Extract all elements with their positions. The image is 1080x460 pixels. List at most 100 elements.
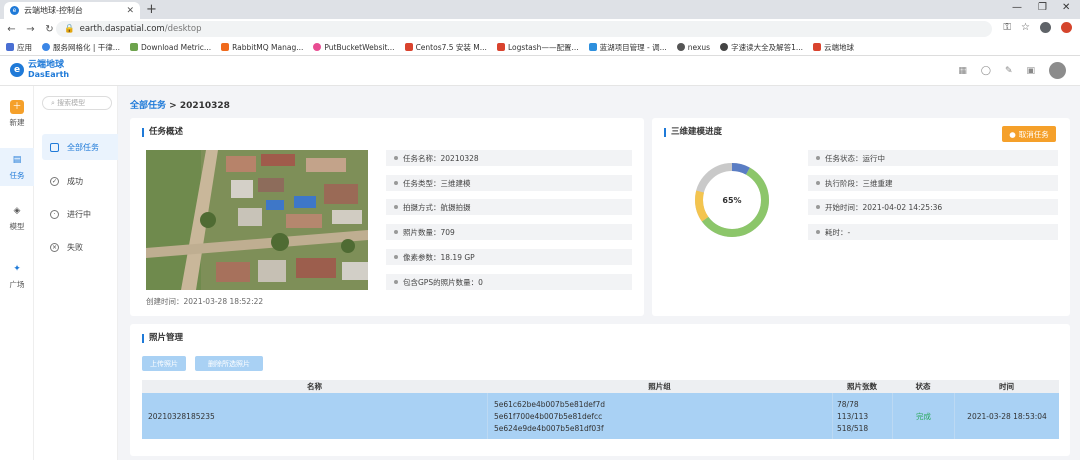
user-avatar[interactable]	[1049, 62, 1066, 79]
back-icon[interactable]: ←	[4, 24, 19, 35]
info-gps-count: 包含GPS的照片数量：0	[386, 274, 632, 290]
bookmark-favicon-icon	[496, 43, 505, 51]
task-icon: ▤	[12, 155, 22, 165]
minimize-icon[interactable]: —	[1012, 2, 1022, 13]
check-circle-icon: ✓	[50, 176, 59, 186]
breadcrumb-current: 20210328	[179, 101, 230, 111]
submenu-item-success[interactable]: ✓ 成功	[42, 168, 118, 194]
bullet-icon	[394, 255, 398, 259]
bookmark-item[interactable]: PutBucketWebsit...	[313, 43, 395, 52]
rail-item-tasks[interactable]: ▤ 任务	[0, 148, 34, 186]
new-task-icon: ＋	[10, 100, 24, 114]
bullet-icon	[394, 181, 398, 185]
info-elapsed: 耗时：-	[808, 224, 1058, 240]
bookmark-favicon-icon	[676, 43, 685, 51]
breadcrumb-link-all[interactable]: 全部任务	[130, 101, 166, 111]
save-icon[interactable]: ▣	[1026, 66, 1035, 76]
restore-icon[interactable]: ❐	[1038, 2, 1047, 13]
edit-icon[interactable]: ✎	[1005, 66, 1013, 76]
group-id: 5e61c62be4b007b5e81def7d	[494, 399, 606, 409]
site-favicon-icon: e	[10, 6, 19, 15]
search-input[interactable]: ⌕ 搜索模型	[42, 96, 112, 110]
submenu-item-all[interactable]: 全部任务	[42, 134, 118, 160]
clock-icon: ·	[50, 209, 59, 219]
reload-icon[interactable]: ↻	[42, 24, 57, 35]
bookmark-favicon-icon	[813, 43, 822, 51]
info-task-type: 任务类型：三维建模	[386, 175, 632, 191]
profile-icon[interactable]	[1040, 22, 1051, 33]
column-header-time[interactable]: 时间	[954, 380, 1059, 393]
rail-item-square[interactable]: ✦ 广场	[0, 262, 34, 290]
bookmark-favicon-icon	[42, 43, 50, 51]
logo-icon: e	[10, 63, 24, 77]
info-photo-count: 照片数量：709	[386, 224, 632, 240]
bookmark-item[interactable]: 蓝湖项目管理 - 调...	[588, 42, 667, 53]
task-submenu: ⌕ 搜索模型 全部任务 ✓ 成功 · 进行中 × 失败	[34, 86, 118, 460]
bookmark-item[interactable]: Download Metric...	[129, 43, 211, 52]
forward-icon[interactable]: →	[23, 24, 38, 35]
group-id: 5e624e9de4b007b5e81df03f	[494, 423, 604, 433]
breadcrumb: 全部任务 > 20210328	[130, 101, 230, 111]
group-id: 5e61f700e4b007b5e81defcc	[494, 411, 603, 421]
icon-rail: ＋ 新建 ▤ 任务 ◈ 模型 ✦ 广场	[0, 86, 34, 460]
bookmark-favicon-icon	[404, 43, 413, 51]
progress-percent: 65%	[722, 196, 741, 205]
star-icon[interactable]: ☆	[1021, 22, 1030, 33]
column-header-status[interactable]: 状态	[892, 380, 954, 393]
app-logo[interactable]: e 云端地球 DasEarth	[10, 61, 69, 79]
logo-title: 云端地球	[28, 60, 65, 70]
bookmark-item[interactable]: 应用	[6, 42, 32, 53]
table-row[interactable]: 20210328185235 5e61c62be4b007b5e81def7d …	[142, 393, 1059, 439]
card-title: 照片管理	[142, 334, 183, 343]
extension-icon[interactable]	[1061, 22, 1072, 33]
url-input[interactable]: 🔒 earth.daspatial.com/desktop	[56, 21, 992, 37]
delete-selected-button[interactable]: 删除所选照片	[195, 356, 263, 371]
column-header-group[interactable]: 照片组	[487, 380, 832, 393]
bookmark-favicon-icon	[720, 43, 729, 51]
message-icon[interactable]: ◯	[981, 66, 991, 76]
grid-icon[interactable]: ▦	[958, 66, 967, 76]
photo-count: 78/78	[837, 399, 859, 409]
apps-grid-icon	[6, 43, 14, 51]
info-pixel-param: 像素参数：18.19 GP	[386, 249, 632, 265]
bookmark-item[interactable]: nexus	[676, 43, 710, 52]
bookmark-item[interactable]: Logstash——配置...	[496, 42, 579, 53]
column-header-name[interactable]: 名称	[142, 380, 487, 393]
bullet-icon	[394, 280, 398, 284]
submenu-item-running[interactable]: · 进行中	[42, 201, 118, 227]
rail-item-models[interactable]: ◈ 模型	[0, 204, 34, 232]
info-task-status: 任务状态：运行中	[808, 150, 1058, 166]
aerial-photo	[146, 150, 368, 290]
info-shooting-mode: 拍摄方式：航摄拍摄	[386, 199, 632, 215]
bookmark-item[interactable]: 字速读大全及解答1...	[720, 42, 803, 53]
cube-icon: ◈	[13, 206, 21, 216]
logo-subtitle: DasEarth	[28, 70, 70, 79]
card-title: 三维建模进度	[664, 128, 722, 137]
key-icon[interactable]: ⚿	[1003, 22, 1011, 33]
lock-icon: 🔒	[64, 24, 75, 34]
upload-photos-button[interactable]: 上传照片	[142, 356, 186, 371]
submenu-item-failed[interactable]: × 失败	[42, 234, 118, 260]
grid-icon	[50, 142, 59, 152]
close-tab-icon[interactable]: ✕	[126, 6, 134, 16]
bullet-icon	[394, 205, 398, 209]
bookmark-item[interactable]: RabbitMQ Manag...	[221, 43, 303, 52]
bookmark-favicon-icon	[313, 43, 322, 51]
card-title: 任务概述	[142, 128, 183, 137]
close-window-icon[interactable]: ✕	[1062, 2, 1070, 13]
row-time: 2021-03-28 18:53:04	[954, 393, 1059, 439]
bullet-icon	[394, 230, 398, 234]
bullet-icon	[816, 230, 820, 234]
browser-tab[interactable]: e 云端地球-控制台 ✕	[4, 2, 140, 19]
bookmark-item[interactable]: 云端地球	[813, 42, 854, 53]
alert-icon: ●	[1009, 129, 1016, 139]
row-groups: 5e61c62be4b007b5e81def7d 5e61f700e4b007b…	[487, 393, 832, 439]
rail-item-new[interactable]: ＋ 新建	[0, 100, 34, 128]
bookmark-favicon-icon	[588, 43, 597, 51]
bookmark-item[interactable]: 服务网格化 | 干律...	[42, 42, 120, 53]
new-tab-icon[interactable]: +	[146, 2, 157, 17]
cancel-task-button[interactable]: ● 取消任务	[1002, 126, 1056, 142]
column-header-count[interactable]: 照片张数	[832, 380, 892, 393]
bullet-icon	[816, 156, 820, 160]
bookmark-item[interactable]: Centos7.5 安装 M...	[404, 42, 487, 53]
